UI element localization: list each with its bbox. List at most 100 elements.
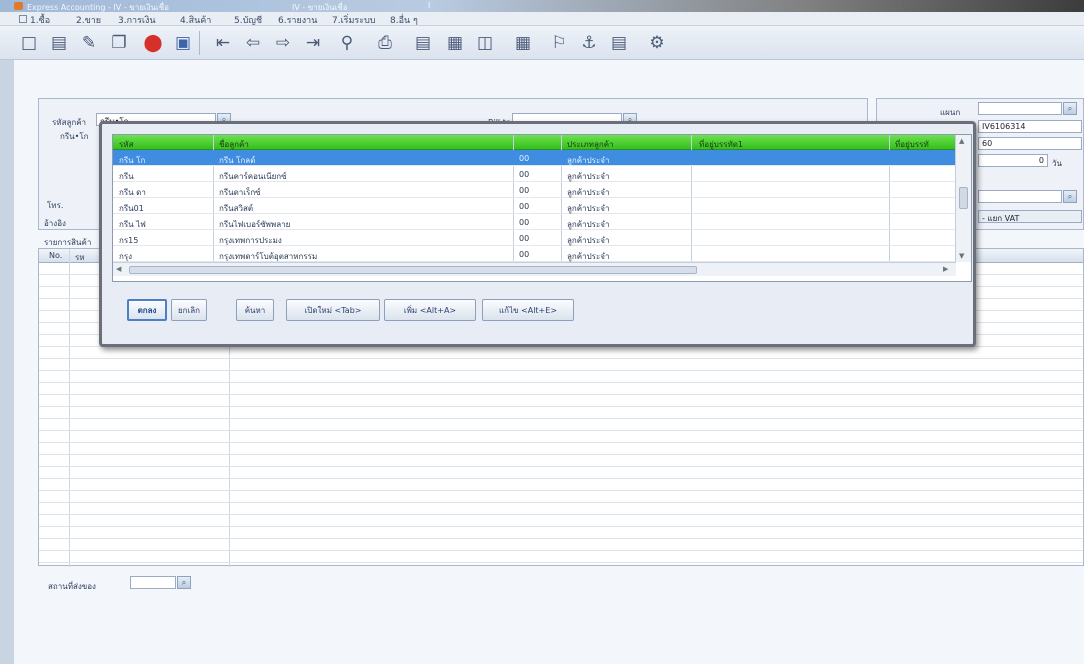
table-row[interactable]: [39, 407, 1083, 419]
new-document-icon[interactable]: □: [16, 30, 42, 56]
table-row[interactable]: [39, 347, 1083, 359]
menu-accounts[interactable]: 5.บัญชี: [234, 13, 262, 27]
find-icon[interactable]: ⚲: [334, 30, 360, 56]
form-icon[interactable]: ▦: [442, 30, 468, 56]
edit-button[interactable]: แก้ไข <Alt+E>: [482, 299, 574, 321]
credit-days-unit: วัน: [1052, 159, 1062, 168]
table-row[interactable]: [39, 359, 1083, 371]
open-icon[interactable]: ▤: [46, 30, 72, 56]
first-record-icon[interactable]: ⇤: [210, 30, 236, 56]
toolbar-separator: [199, 31, 200, 55]
table-row[interactable]: [39, 443, 1083, 455]
menu-grip-icon: [19, 15, 27, 23]
cancel-button[interactable]: ยกเลิก: [171, 299, 207, 321]
table-row[interactable]: [39, 551, 1083, 563]
customer-code-label: รหัสลูกค้า: [52, 118, 87, 127]
settings-icon[interactable]: ⚙: [644, 30, 670, 56]
scroll-left-icon[interactable]: ◀: [116, 265, 121, 273]
calculator-icon[interactable]: ▦: [510, 30, 536, 56]
lookup-row[interactable]: กรีน กรีนคาร์คอนเนียกซ์ 00 ลูกค้าประจำ: [113, 166, 956, 182]
scroll-thumb[interactable]: [959, 187, 968, 209]
grid-header-no: No.: [49, 251, 63, 260]
scroll-thumb[interactable]: [129, 266, 697, 274]
copy-icon[interactable]: ❐: [106, 30, 132, 56]
next-record-icon[interactable]: ⇨: [270, 30, 296, 56]
lookup-row[interactable]: กรีน ไฟ กรีนไฟเบอร์ซัพพลาย 00 ลูกค้าประจำ: [113, 214, 956, 230]
preview-icon[interactable]: ▤: [410, 30, 436, 56]
lookup-cell-type-code: 00: [519, 154, 530, 163]
ok-button[interactable]: ตกลง: [127, 299, 167, 321]
reference-label: อ้างอิง: [44, 219, 66, 228]
lookup-cell-type-code: 00: [519, 186, 530, 195]
lookup-table-header: รหัส ชื่อลูกค้า ประเภทลูกค้า ที่อยู่บรรท…: [113, 135, 971, 150]
department-input[interactable]: [978, 102, 1062, 115]
add-button[interactable]: เพิ่ม <Alt+A>: [384, 299, 476, 321]
menu-buy[interactable]: 1.ซื้อ: [30, 13, 50, 27]
table-row[interactable]: [39, 455, 1083, 467]
salesperson-lookup-icon[interactable]: ⌕: [1063, 190, 1077, 203]
ship-to-label: สถานที่ส่งของ: [48, 582, 96, 591]
last-record-icon[interactable]: ⇥: [300, 30, 326, 56]
ship-to-input[interactable]: [130, 576, 176, 589]
attach-icon[interactable]: ⚐: [546, 30, 572, 56]
lookup-cell-type-code: 00: [519, 218, 530, 227]
table-row[interactable]: [39, 527, 1083, 539]
toolbar: □ ▤ ✎ ❐ ⬤ ▣ ⇤ ⇦ ⇨ ⇥ ⚲ ⎙ ▤ ▦ ◫ ▦ ⚐ ⚓ ▤ ⚙: [0, 26, 1084, 60]
lookup-horizontal-scrollbar[interactable]: ◀ ▶: [113, 262, 956, 276]
table-row[interactable]: [39, 383, 1083, 395]
ship-to-lookup-icon[interactable]: ⌕: [177, 576, 191, 589]
menu-finance[interactable]: 3.การเงิน: [118, 13, 156, 27]
new-button[interactable]: เปิดใหม่ <Tab>: [286, 299, 380, 321]
lookup-cell-type-code: 00: [519, 250, 530, 259]
vat-type-select[interactable]: - แยก VAT: [978, 210, 1082, 223]
menu-others[interactable]: 8.อื่น ๆ: [390, 13, 418, 27]
lookup-row[interactable]: กรีน01 กรีนสวิสต์ 00 ลูกค้าประจำ: [113, 198, 956, 214]
print-icon[interactable]: ⎙: [372, 30, 398, 56]
salesperson-input[interactable]: [978, 190, 1062, 203]
lookup-cell-type-code: 00: [519, 202, 530, 211]
window-subtitle-extra: I: [428, 1, 431, 10]
phone-label: โทร.: [47, 201, 64, 210]
edit-icon[interactable]: ✎: [76, 30, 102, 56]
customer-lookup-dialog: รหัส ชื่อลูกค้า ประเภทลูกค้า ที่อยู่บรรท…: [99, 121, 976, 347]
document-date-input[interactable]: 60: [978, 137, 1082, 150]
delete-icon[interactable]: ⬤: [140, 30, 166, 56]
lookup-row[interactable]: กรีน โก กรีน โกลด์ 00 ลูกค้าประจำ: [113, 150, 956, 166]
left-edge: [0, 60, 14, 664]
search-button[interactable]: ค้นหา: [236, 299, 274, 321]
customer-name-label: กรีน•โก: [60, 132, 89, 141]
lookup-vertical-scrollbar[interactable]: ▲ ▼: [955, 135, 971, 262]
table-row[interactable]: [39, 419, 1083, 431]
lookup-row[interactable]: กร15 กรุงเทพการประมง 00 ลูกค้าประจำ: [113, 230, 956, 246]
credit-days-input[interactable]: 0: [978, 154, 1048, 167]
table-row[interactable]: [39, 503, 1083, 515]
table-row[interactable]: [39, 395, 1083, 407]
save-icon[interactable]: ▣: [170, 30, 196, 56]
help-icon[interactable]: ▤: [606, 30, 632, 56]
lookup-row[interactable]: กรุง กรุงเทพดาร์โบต้อุตสาหกรรม 00 ลูกค้าประ…: [113, 246, 956, 262]
document-number-input[interactable]: IV6106314: [978, 120, 1082, 133]
department-lookup-icon[interactable]: ⌕: [1063, 102, 1077, 115]
menu-products[interactable]: 4.สินค้า: [180, 13, 211, 27]
previous-record-icon[interactable]: ⇦: [240, 30, 266, 56]
scroll-up-icon[interactable]: ▲: [959, 137, 964, 145]
customer-lookup-table[interactable]: รหัส ชื่อลูกค้า ประเภทลูกค้า ที่อยู่บรรท…: [112, 134, 972, 282]
export-icon[interactable]: ⚓: [576, 30, 602, 56]
table-row[interactable]: [39, 371, 1083, 383]
table-row[interactable]: [39, 539, 1083, 551]
title-bar: Express Accounting - IV - ขายเงินเชื่อ I…: [0, 0, 1084, 12]
table-row[interactable]: [39, 491, 1083, 503]
lookup-cell-type-code: 00: [519, 234, 530, 243]
lookup-row[interactable]: กรีน ดา กรีนดาเร็กซ์ 00 ลูกค้าประจำ: [113, 182, 956, 198]
lookup-cell-type-code: 00: [519, 170, 530, 179]
report-icon[interactable]: ◫: [472, 30, 498, 56]
table-row[interactable]: [39, 479, 1083, 491]
menu-sell[interactable]: 2.ขาย: [76, 13, 101, 27]
table-row[interactable]: [39, 515, 1083, 527]
table-row[interactable]: [39, 467, 1083, 479]
table-row[interactable]: [39, 431, 1083, 443]
menu-setup[interactable]: 7.เริ่มระบบ: [332, 13, 376, 27]
menu-reports[interactable]: 6.รายงาน: [278, 13, 317, 27]
scroll-down-icon[interactable]: ▼: [959, 252, 964, 260]
scroll-right-icon[interactable]: ▶: [943, 265, 948, 273]
